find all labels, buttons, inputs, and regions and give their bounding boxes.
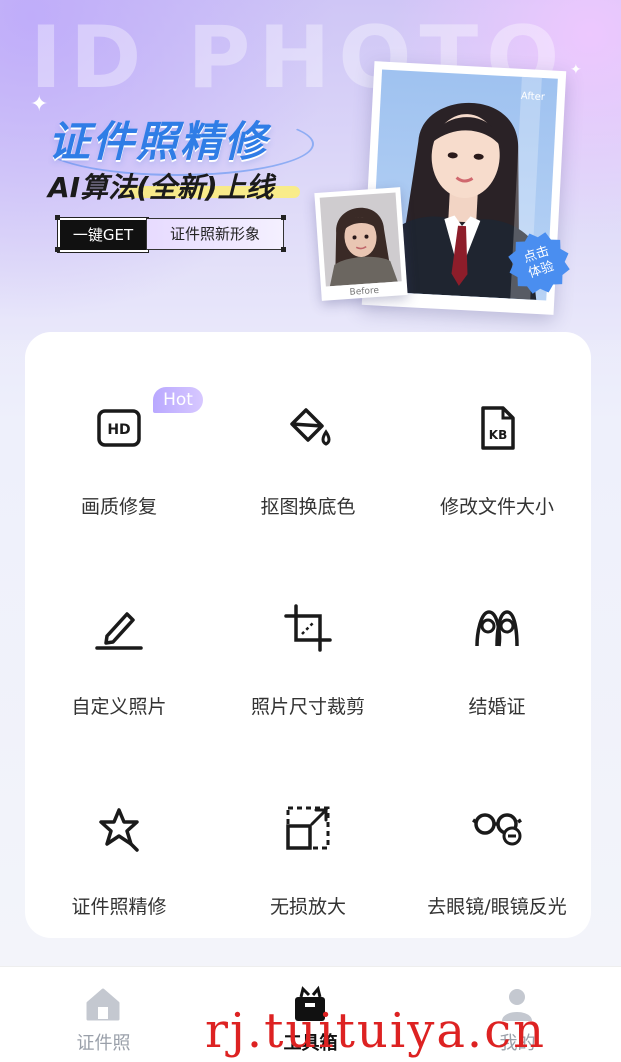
tool-file-size[interactable]: KB 修改文件大小 <box>403 332 591 532</box>
hot-badge: Hot <box>153 387 203 413</box>
tool-label: 自定义照片 <box>71 696 167 718</box>
tool-label: 照片尺寸裁剪 <box>250 696 365 718</box>
kb-file-icon: KB <box>471 402 523 454</box>
watermark-text: rj.tuituiya.cn <box>205 1003 546 1059</box>
tool-id-retouch[interactable]: 证件照精修 <box>25 732 213 932</box>
tag-corner <box>281 247 286 252</box>
pencil-icon <box>93 602 145 654</box>
tab-id-photo[interactable]: 证件照 <box>0 967 207 1062</box>
hd-icon: HD <box>93 402 145 454</box>
tag-corner <box>281 215 286 220</box>
paint-bucket-icon <box>282 402 334 454</box>
tool-marriage-cert[interactable]: 结婚证 <box>403 532 591 732</box>
tool-hd-repair[interactable]: HD Hot 画质修复 <box>25 332 213 532</box>
tool-cutout-bg[interactable]: 抠图换底色 <box>214 332 402 532</box>
tools-card: HD Hot 画质修复 抠图换底色 KB 修改文件大小 自定义照片 照片尺寸裁剪… <box>25 332 591 938</box>
couple-icon <box>471 602 523 654</box>
tab-label: 证件照 <box>76 1033 131 1054</box>
tag-one-click: 一键GET <box>58 218 148 252</box>
home-icon <box>84 985 122 1023</box>
tag-corner <box>55 215 60 220</box>
tool-label: 证件照精修 <box>71 896 167 918</box>
sparkle-icon: ✦ <box>570 62 582 78</box>
tool-remove-glasses[interactable]: 去眼镜/眼镜反光 <box>403 732 591 932</box>
tool-label: 修改文件大小 <box>439 496 554 518</box>
svg-text:KB: KB <box>489 428 507 442</box>
tool-label: 去眼镜/眼镜反光 <box>427 896 567 918</box>
tool-label: 结婚证 <box>468 696 526 718</box>
tool-label: 画质修复 <box>80 496 157 518</box>
banner-title: 证件照精修 <box>48 117 269 166</box>
retouch-star-icon <box>93 802 145 854</box>
svg-text:HD: HD <box>107 422 130 438</box>
before-photo-image <box>319 192 402 287</box>
tag-corner <box>55 247 60 252</box>
enlarge-icon <box>282 802 334 854</box>
tool-size-crop[interactable]: 照片尺寸裁剪 <box>214 532 402 732</box>
try-now-label: 点击 体验 <box>521 243 556 282</box>
tool-custom-photo[interactable]: 自定义照片 <box>25 532 213 732</box>
promo-banner[interactable]: ID PHOTO ✦ ✦ ✦ 证件照精修 AI算法(全新)上线 一键GET 证件… <box>0 0 621 340</box>
tag-new-look: 证件照新形象 <box>146 218 284 250</box>
tool-lossless-enlarge[interactable]: 无损放大 <box>214 732 402 932</box>
glasses-remove-icon <box>471 802 523 854</box>
tool-label: 抠图换底色 <box>260 496 356 518</box>
banner-subtitle: AI算法(全新)上线 <box>48 171 274 204</box>
app-screen: ID PHOTO ✦ ✦ ✦ 证件照精修 AI算法(全新)上线 一键GET 证件… <box>0 0 621 1062</box>
portrait-before-illustration <box>329 207 398 287</box>
tool-label: 无损放大 <box>269 896 346 918</box>
before-photo: Before <box>314 187 408 301</box>
after-label: After <box>520 90 546 104</box>
crop-icon <box>282 602 334 654</box>
sparkle-icon: ✦ <box>30 92 49 117</box>
